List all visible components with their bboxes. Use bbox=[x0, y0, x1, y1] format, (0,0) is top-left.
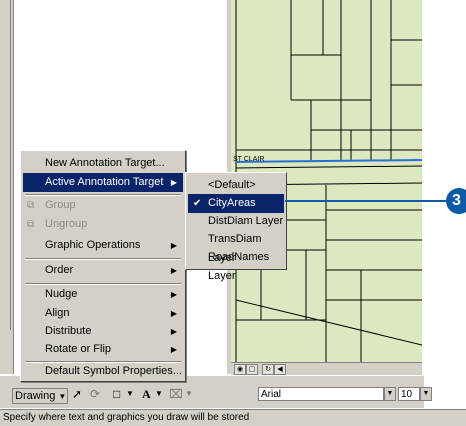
checkmark-icon: ✔ bbox=[193, 198, 202, 209]
group-icon: ⧉ bbox=[27, 200, 35, 211]
drawing-menu-button[interactable]: Drawing ▼ bbox=[12, 388, 68, 404]
menu-item-order[interactable]: Order ▶ bbox=[23, 261, 183, 280]
submenu-arrow-icon: ▶ bbox=[170, 178, 177, 187]
menu-item-active-annotation-target[interactable]: Active Annotation Target ▶ bbox=[23, 173, 183, 192]
chevron-down-icon: ▼ bbox=[58, 392, 67, 401]
submenu-arrow-icon: ▶ bbox=[170, 327, 177, 336]
submenu-item-roadnames-layer[interactable]: RoadNames Layer bbox=[188, 248, 284, 282]
text-tool-icon[interactable]: A bbox=[142, 386, 151, 402]
font-size-field[interactable]: 10 bbox=[398, 387, 420, 401]
font-name-field[interactable]: Arial bbox=[258, 387, 384, 401]
status-bar: Specify where text and graphics you draw… bbox=[0, 409, 466, 426]
menu-item-rotate-or-flip[interactable]: Rotate or Flip ▶ bbox=[23, 340, 183, 359]
map-view-controls bbox=[231, 362, 422, 375]
menu-separator bbox=[25, 258, 181, 260]
menu-item-ungroup[interactable]: ⧉ Ungroup bbox=[23, 215, 183, 234]
layout-view-icon[interactable]: ▢ bbox=[246, 364, 258, 375]
submenu-arrow-icon: ▶ bbox=[170, 309, 177, 318]
submenu-item-distdiam-layer[interactable]: DistDiam Layer bbox=[188, 212, 284, 231]
submenu-arrow-icon: ▶ bbox=[170, 345, 177, 354]
callout-leader-line bbox=[285, 200, 449, 202]
annotation-target-submenu: <Default> ✔ CityAreas DistDiam Layer Tra… bbox=[185, 172, 287, 282]
drawing-context-menu: New Annotation Target... Active Annotati… bbox=[20, 150, 186, 382]
menu-item-distribute[interactable]: Distribute ▶ bbox=[23, 322, 183, 341]
submenu-item-transdiam-layer[interactable]: TransDiam Layer bbox=[188, 230, 284, 264]
menu-item-nudge[interactable]: Nudge ▶ bbox=[23, 285, 183, 304]
ungroup-icon: ⧉ bbox=[27, 219, 35, 230]
street-label: ST CLAIR bbox=[233, 156, 265, 163]
refresh-icon[interactable]: ↻ bbox=[262, 364, 274, 375]
rectangle-dropdown-icon[interactable]: ▼ bbox=[126, 386, 134, 402]
menu-item-graphic-operations[interactable]: Graphic Operations ▶ bbox=[23, 236, 183, 255]
toc-divider-line bbox=[10, 0, 11, 330]
more-tools-icon[interactable]: ▼ bbox=[185, 386, 193, 402]
rotate-icon[interactable]: ⟳ bbox=[90, 386, 100, 402]
text-dropdown-icon[interactable]: ▼ bbox=[155, 386, 163, 402]
menu-item-align[interactable]: Align ▶ bbox=[23, 304, 183, 323]
data-view-icon[interactable]: ◉ bbox=[234, 364, 246, 375]
menu-item-default-symbol-properties[interactable]: Default Symbol Properties... bbox=[23, 362, 183, 381]
font-dropdown-icon[interactable]: ▼ bbox=[384, 387, 396, 401]
submenu-item-cityareas[interactable]: ✔ CityAreas bbox=[188, 194, 284, 213]
submenu-arrow-icon: ▶ bbox=[170, 290, 177, 299]
select-elements-icon[interactable]: ➚ bbox=[72, 386, 82, 402]
submenu-arrow-icon: ▶ bbox=[170, 241, 177, 250]
rectangle-icon[interactable]: □ bbox=[113, 386, 120, 402]
submenu-item-default[interactable]: <Default> bbox=[188, 176, 284, 195]
menu-item-new-annotation-target[interactable]: New Annotation Target... bbox=[23, 154, 183, 173]
drawing-menu-label: Drawing bbox=[15, 390, 56, 402]
scroll-left-icon[interactable]: ◀ bbox=[274, 364, 286, 375]
edit-vertices-icon[interactable]: ⌧ bbox=[169, 386, 183, 402]
menu-item-group[interactable]: ⧉ Group bbox=[23, 196, 183, 215]
submenu-arrow-icon: ▶ bbox=[170, 266, 177, 275]
table-of-contents-panel bbox=[0, 0, 14, 374]
callout-number-badge: 3 bbox=[446, 188, 466, 214]
size-dropdown-icon[interactable]: ▼ bbox=[420, 387, 432, 401]
